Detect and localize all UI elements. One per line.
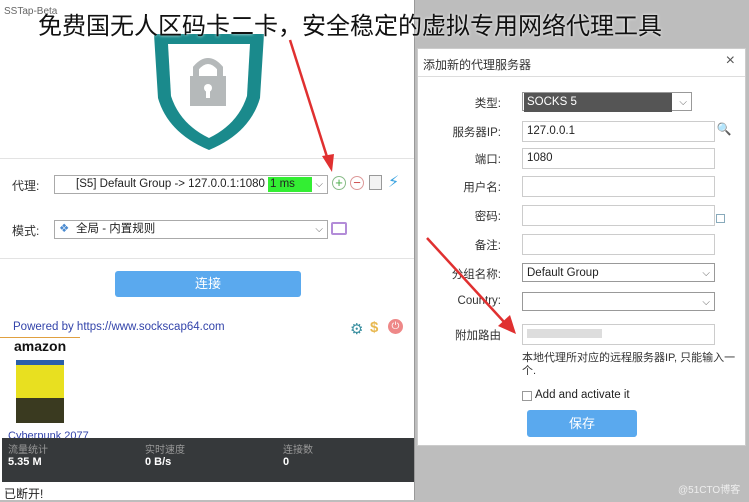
- field-label: 用户名:: [463, 182, 501, 194]
- status-text: 已断开!: [4, 487, 44, 501]
- field-value: SOCKS 5: [524, 93, 672, 112]
- field-value: 1080: [527, 152, 553, 164]
- proxy-value: [S5] Default Group -> 127.0.0.1:1080: [76, 178, 265, 190]
- chevron-down-icon: ⌵: [702, 297, 710, 308]
- field-label: 备注:: [474, 240, 501, 252]
- field-label: 类型:: [474, 98, 501, 110]
- edit-proxy-button[interactable]: [369, 175, 382, 190]
- field-label: 密码:: [474, 211, 501, 223]
- field-input[interactable]: [522, 205, 715, 226]
- field-label: 分组名称:: [451, 269, 501, 281]
- field-value: Default Group: [527, 267, 599, 279]
- add-proxy-button[interactable]: +: [332, 176, 346, 190]
- blurred-route-value: [527, 329, 602, 339]
- field-input[interactable]: [522, 324, 715, 345]
- proxy-select[interactable]: [S5] Default Group -> 127.0.0.1:1080 1 m…: [54, 175, 328, 194]
- close-button[interactable]: ×: [726, 52, 735, 70]
- show-password-checkbox[interactable]: [716, 214, 725, 223]
- stat-label: 连接数: [283, 445, 313, 456]
- gear-icon[interactable]: ⚙: [350, 320, 363, 338]
- sstap-window: SSTap-Beta 代理: [S5] Default Group -> 127…: [0, 0, 415, 501]
- chevron-down-icon: ⌵: [702, 268, 710, 279]
- globe-icon: ❖: [59, 223, 70, 235]
- stat-value: 5.35 M: [8, 456, 42, 468]
- shield-lock-icon: [154, 34, 264, 150]
- activate-checkbox[interactable]: [522, 391, 532, 401]
- proxy-label: 代理:: [12, 179, 40, 193]
- amazon-logo[interactable]: amazon: [14, 338, 66, 354]
- field-input[interactable]: [522, 176, 715, 197]
- latency-badge: 1 ms: [268, 177, 312, 192]
- stats-bar: 流量统计 5.35 M 实时速度 0 B/s 连接数 0: [2, 438, 414, 482]
- rules-folder-button[interactable]: [331, 222, 347, 235]
- stat-label: 流量统计: [8, 445, 48, 456]
- powered-by-link[interactable]: Powered by https://www.sockscap64.com: [13, 321, 225, 333]
- field-input[interactable]: [522, 234, 715, 255]
- divider: [0, 158, 414, 159]
- stat-value: 0: [283, 456, 290, 468]
- stat-value: 0 B/s: [145, 456, 172, 468]
- field-select[interactable]: Default Group ⌵: [522, 263, 715, 282]
- field-input[interactable]: 1080: [522, 148, 715, 169]
- remove-proxy-button[interactable]: −: [350, 176, 364, 190]
- field-value: 127.0.0.1: [527, 125, 575, 137]
- field-label: 端口:: [474, 154, 501, 166]
- field-label: Country:: [457, 295, 501, 307]
- mode-value: 全局 - 内置规则: [76, 223, 156, 235]
- stat-label: 实时速度: [145, 445, 185, 456]
- dollar-icon[interactable]: $: [370, 319, 378, 336]
- power-icon[interactable]: ⏻: [388, 319, 403, 334]
- field-input[interactable]: 127.0.0.1: [522, 121, 715, 142]
- field-select[interactable]: ⌵: [522, 292, 715, 311]
- route-hint: 本地代理所对应的远程服务器IP, 只能输入一个.: [522, 352, 736, 377]
- field-select[interactable]: SOCKS 5 ⌵: [522, 92, 692, 112]
- divider: [0, 258, 414, 259]
- search-icon[interactable]: 🔍: [715, 122, 733, 140]
- divider: [418, 76, 745, 77]
- headline-overlay: 免费国无人区码卡二卡，安全稳定的虚拟专用网络代理工具: [38, 13, 662, 40]
- field-label: 附加路由: [455, 330, 501, 342]
- save-button[interactable]: 保存: [527, 410, 637, 437]
- connect-button[interactable]: 连接: [115, 271, 301, 297]
- activate-label: Add and activate it: [535, 389, 630, 401]
- ad-product-image[interactable]: [16, 360, 64, 423]
- chevron-down-icon: ⌵: [315, 224, 323, 235]
- chevron-down-icon: ⌵: [315, 179, 323, 190]
- mode-select[interactable]: ❖ 全局 - 内置规则 ⌵: [54, 220, 328, 239]
- field-label: 服务器IP:: [452, 127, 501, 139]
- dialog-title: 添加新的代理服务器: [423, 58, 532, 72]
- lightning-icon[interactable]: ⚡: [388, 172, 399, 192]
- chevron-down-icon: ⌵: [679, 97, 687, 108]
- mode-label: 模式:: [12, 224, 40, 238]
- add-proxy-dialog: 添加新的代理服务器 × 类型: SOCKS 5 ⌵ 服务器IP: 127.0.0.1 端口…: [417, 48, 746, 446]
- watermark: @51CTO博客: [678, 485, 741, 496]
